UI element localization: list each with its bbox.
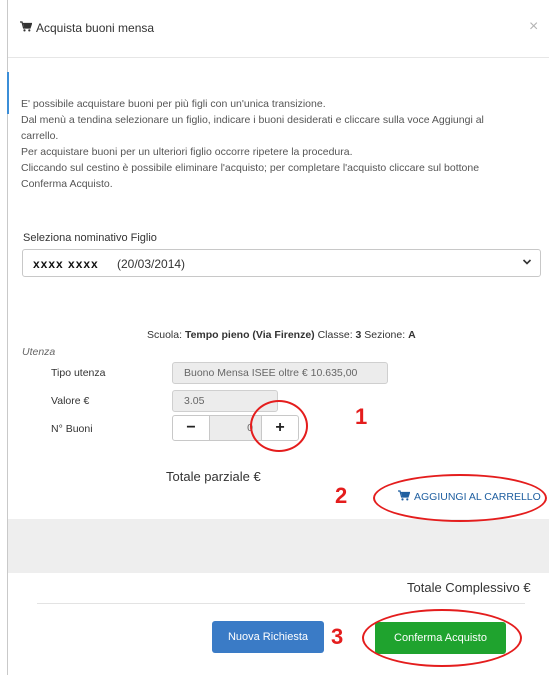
dialog-title-text: Acquista buoni mensa	[36, 21, 155, 35]
decrement-button[interactable]: −	[172, 415, 210, 441]
school-info: Scuola: Tempo pieno (Via Firenze) Classe…	[147, 329, 416, 341]
dialog-title: Acquista buoni mensa	[20, 21, 154, 35]
valore-label: Valore €	[51, 395, 90, 407]
child-birthdate: (20/03/2014)	[117, 257, 186, 271]
totale-complessivo: Totale Complessivo €	[407, 580, 531, 595]
scuola-label: Scuola:	[147, 329, 183, 341]
tipo-utenza-field: Buono Mensa ISEE oltre € 10.635,00	[172, 362, 388, 384]
intro-line-4: Cliccando sul cestino è possibile elimin…	[21, 162, 480, 190]
sezione-value: A	[408, 329, 416, 341]
dialog-header: Acquista buoni mensa ×	[0, 0, 549, 60]
valore-field: 3.05	[172, 390, 278, 412]
intro-instructions: E' possibile acquistare buoni per più fi…	[21, 96, 521, 192]
increment-button[interactable]: +	[261, 415, 299, 441]
scuola-value: Tempo pieno (Via Firenze)	[184, 329, 315, 341]
quantity-value[interactable]: 0	[210, 415, 261, 441]
add-to-cart-label: AGGIUNGI AL CARRELLO	[414, 491, 541, 503]
add-to-cart-link[interactable]: AGGIUNGI AL CARRELLO	[398, 490, 541, 504]
annotation-step-3: 3	[331, 624, 344, 649]
left-accent-bar	[7, 72, 9, 114]
cart-summary-area	[8, 519, 549, 573]
child-select[interactable]: xxxx xxxx (20/03/2014)	[22, 249, 541, 277]
intro-line-3: Per acquistare buoni per un ulteriori fi…	[21, 146, 353, 158]
annotation-step-1: 1	[355, 404, 368, 429]
cart-icon	[20, 21, 33, 35]
footer-divider	[37, 603, 525, 604]
annotation-step-2: 2	[335, 483, 348, 508]
conferma-acquisto-button[interactable]: Conferma Acquisto	[375, 622, 506, 654]
chevron-down-icon	[522, 254, 532, 273]
child-select-label: Seleziona nominativo Figlio	[23, 232, 157, 244]
sezione-label: Sezione:	[364, 329, 406, 341]
child-masked-name: xxxx xxxx	[33, 257, 99, 271]
totale-parziale: Totale parziale €	[166, 469, 261, 484]
header-divider	[8, 57, 549, 58]
tipo-utenza-label: Tipo utenza	[51, 367, 106, 379]
classe-label: Classe:	[317, 329, 353, 341]
numero-buoni-label: N° Buoni	[51, 423, 93, 435]
nuova-richiesta-button[interactable]: Nuova Richiesta	[212, 621, 324, 653]
utenza-section-label: Utenza	[22, 346, 56, 358]
quantity-stepper: − 0 +	[172, 415, 299, 441]
intro-line-1: E' possibile acquistare buoni per più fi…	[21, 98, 326, 110]
intro-line-2: Dal menù a tendina selezionare un figlio…	[21, 114, 484, 142]
close-icon[interactable]: ×	[529, 18, 538, 36]
classe-value: 3	[355, 329, 362, 341]
cart-icon	[398, 490, 411, 504]
